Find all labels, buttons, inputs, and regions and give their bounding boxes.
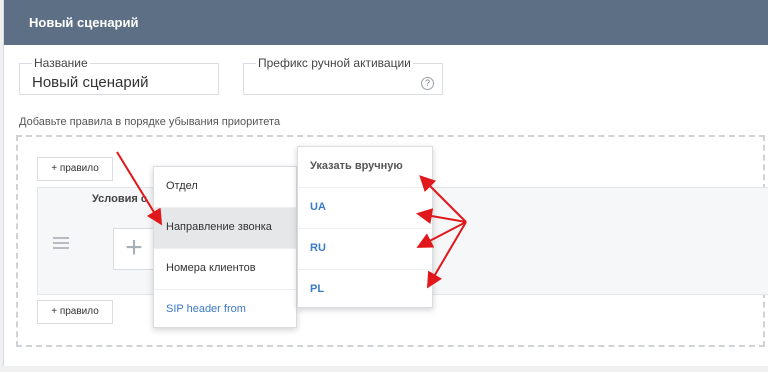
panel-header: Новый сценарий (4, 0, 768, 45)
activation-prefix-label: Префикс ручной активации (256, 56, 413, 70)
conditions-label: Условия с (92, 193, 147, 205)
name-field[interactable]: Название Новый сценарий (19, 56, 219, 95)
menu-item-pl[interactable]: PL (298, 270, 432, 311)
page-title: Новый сценарий (29, 15, 139, 30)
help-icon[interactable]: ? (421, 77, 434, 90)
menu-item-specify-manually[interactable]: Указать вручную (298, 147, 432, 188)
menu-item-department[interactable]: Отдел (154, 167, 296, 208)
rules-hint: Добавьте правила в порядке убывания прио… (19, 116, 281, 128)
menu-item-client-numbers[interactable]: Номера клиентов (154, 249, 296, 290)
menu-item-ru[interactable]: RU (298, 229, 432, 270)
activation-prefix-field[interactable]: Префикс ручной активации ? (243, 56, 443, 95)
drag-handle-icon[interactable] (53, 237, 69, 249)
menu-item-call-direction[interactable]: Направление звонка (154, 208, 296, 249)
name-field-value[interactable]: Новый сценарий (32, 74, 148, 91)
add-rule-button-top[interactable]: + правило (37, 157, 113, 181)
direction-value-menu: Указать вручную UA RU PL (297, 146, 433, 308)
add-rule-button-bottom[interactable]: + правило (37, 300, 113, 324)
name-field-label: Название (32, 56, 90, 70)
add-condition-button[interactable]: + (113, 228, 155, 270)
condition-type-menu: Отдел Направление звонка Номера клиентов… (153, 166, 297, 328)
menu-item-ua[interactable]: UA (298, 188, 432, 229)
menu-item-sip-header-from[interactable]: SIP header from (154, 290, 296, 331)
